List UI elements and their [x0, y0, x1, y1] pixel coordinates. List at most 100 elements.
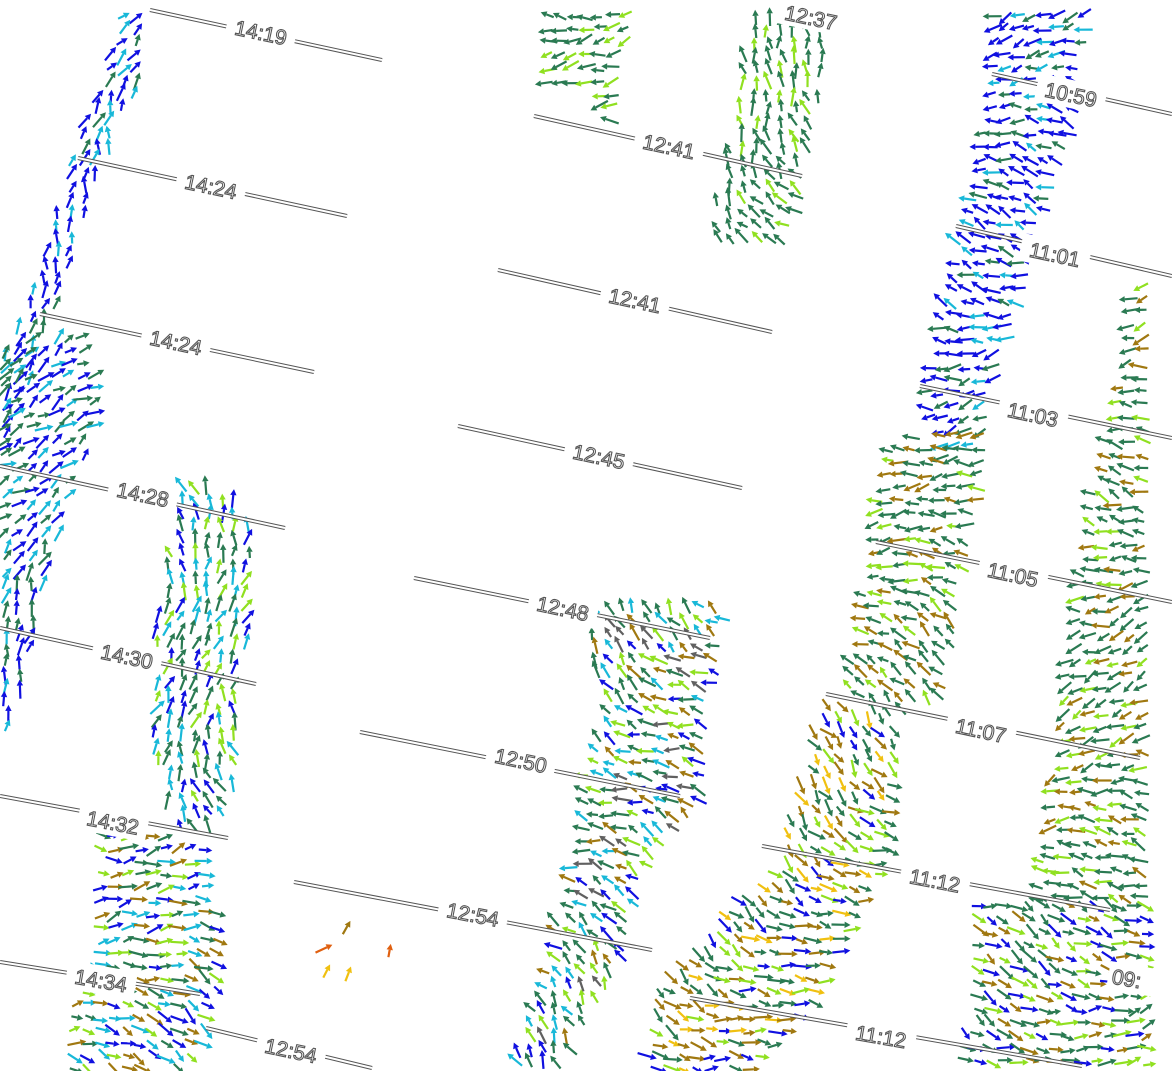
wind-vector: [1015, 13, 1025, 17]
wind-vector: [157, 1010, 169, 1020]
wind-vector: [1023, 941, 1031, 947]
wind-vector: [920, 653, 929, 663]
wind-vector: [1136, 869, 1147, 879]
wind-vector: [1138, 437, 1151, 445]
wind-vector-head: [749, 1029, 756, 1037]
wind-vector-head: [762, 89, 769, 96]
wind-vector: [105, 1041, 114, 1045]
wind-vector: [578, 813, 588, 822]
wind-vector: [767, 220, 776, 230]
wind-vector-head: [1106, 427, 1113, 434]
wind-vector: [764, 130, 771, 141]
wind-vector: [1002, 171, 1009, 177]
wind-vector-head: [641, 757, 648, 764]
wind-vector: [643, 629, 654, 640]
wind-vector: [808, 951, 820, 955]
wind-vector: [116, 40, 124, 46]
wind-vector: [1020, 1006, 1033, 1011]
wind-vector-head: [713, 614, 721, 622]
wind-vector: [1060, 991, 1073, 1000]
wind-vector-head: [982, 219, 990, 226]
wind-vector: [53, 332, 62, 345]
wind-vector: [983, 1013, 992, 1024]
wind-vector: [93, 898, 104, 904]
wind-vector-head: [878, 575, 886, 583]
wind-vector: [39, 464, 46, 473]
wind-vector: [204, 795, 214, 809]
wind-vector-head: [753, 1066, 760, 1071]
wind-vector-head: [216, 531, 223, 539]
wind-vector-head: [876, 523, 883, 530]
wind-vector: [3, 658, 8, 666]
wind-vector: [1122, 416, 1135, 420]
wind-vector-head: [1129, 892, 1136, 900]
track-line-a-5: 14:32: [0, 794, 229, 843]
wind-vector: [728, 1029, 742, 1033]
wind-vector: [11, 531, 19, 537]
wind-vector: [1056, 776, 1070, 782]
wind-vector-head: [1074, 39, 1081, 46]
wind-vector: [679, 1003, 688, 1007]
wind-vector-head: [933, 350, 940, 357]
wind-vector-head: [982, 143, 989, 151]
wind-vector: [1048, 962, 1057, 971]
wind-vector: [133, 27, 140, 36]
wind-vector: [1073, 854, 1085, 861]
wind-vector-head: [750, 978, 757, 986]
wind-vector: [755, 1054, 765, 1058]
wind-vector: [615, 826, 627, 830]
wind-vector: [1121, 582, 1134, 590]
wind-vector: [216, 573, 225, 585]
wind-vector: [752, 167, 758, 179]
wind-vector: [1071, 885, 1080, 891]
wind-vector: [818, 950, 828, 954]
wind-vector: [1114, 555, 1122, 560]
wind-vector: [1084, 631, 1097, 638]
wind-vector: [644, 849, 654, 861]
wind-vector-head: [764, 45, 771, 52]
wind-vector: [228, 598, 235, 612]
wind-vector-head: [153, 976, 161, 983]
wind-vector: [1029, 145, 1037, 152]
wind-vector: [206, 808, 213, 816]
wind-vector: [677, 1010, 686, 1019]
wind-vector: [135, 871, 146, 876]
wind-vector: [820, 846, 831, 854]
wind-vector-head: [28, 598, 35, 605]
wind-vector: [22, 438, 35, 446]
wind-vector: [851, 791, 857, 800]
wind-vector: [206, 783, 215, 794]
wind-vector-head: [987, 79, 994, 87]
wind-vector: [779, 1000, 792, 1005]
wind-vector: [1096, 546, 1108, 550]
wind-vector: [194, 563, 198, 570]
wind-vector-head: [1102, 502, 1109, 509]
wind-vector: [643, 642, 650, 650]
wind-vector: [963, 197, 977, 202]
wind-vector: [910, 502, 920, 506]
wind-vector: [986, 916, 994, 923]
wind-vector: [240, 574, 250, 586]
wind-vector: [767, 1043, 778, 1049]
wind-vector: [833, 841, 842, 849]
wind-vector: [204, 639, 209, 646]
wind-vector: [1015, 273, 1029, 278]
wind-vector: [105, 855, 118, 862]
wind-vector-head: [957, 508, 964, 515]
wind-vector: [754, 918, 764, 930]
wind-vector: [67, 1041, 81, 1047]
wind-vector: [729, 1064, 739, 1071]
wind-vector: [1025, 221, 1036, 225]
wind-vector: [717, 917, 729, 930]
wind-vector: [693, 707, 704, 715]
wind-vector: [1048, 1010, 1056, 1014]
wind-vector: [1010, 949, 1021, 961]
wind-vector: [631, 696, 639, 704]
wind-vector: [1140, 751, 1150, 757]
wind-vector: [833, 827, 845, 840]
wind-vector-head: [233, 584, 240, 591]
wind-vector-head: [776, 934, 783, 942]
wind-vector: [713, 976, 726, 982]
wind-vector: [1058, 721, 1065, 728]
wind-vector: [581, 916, 588, 926]
